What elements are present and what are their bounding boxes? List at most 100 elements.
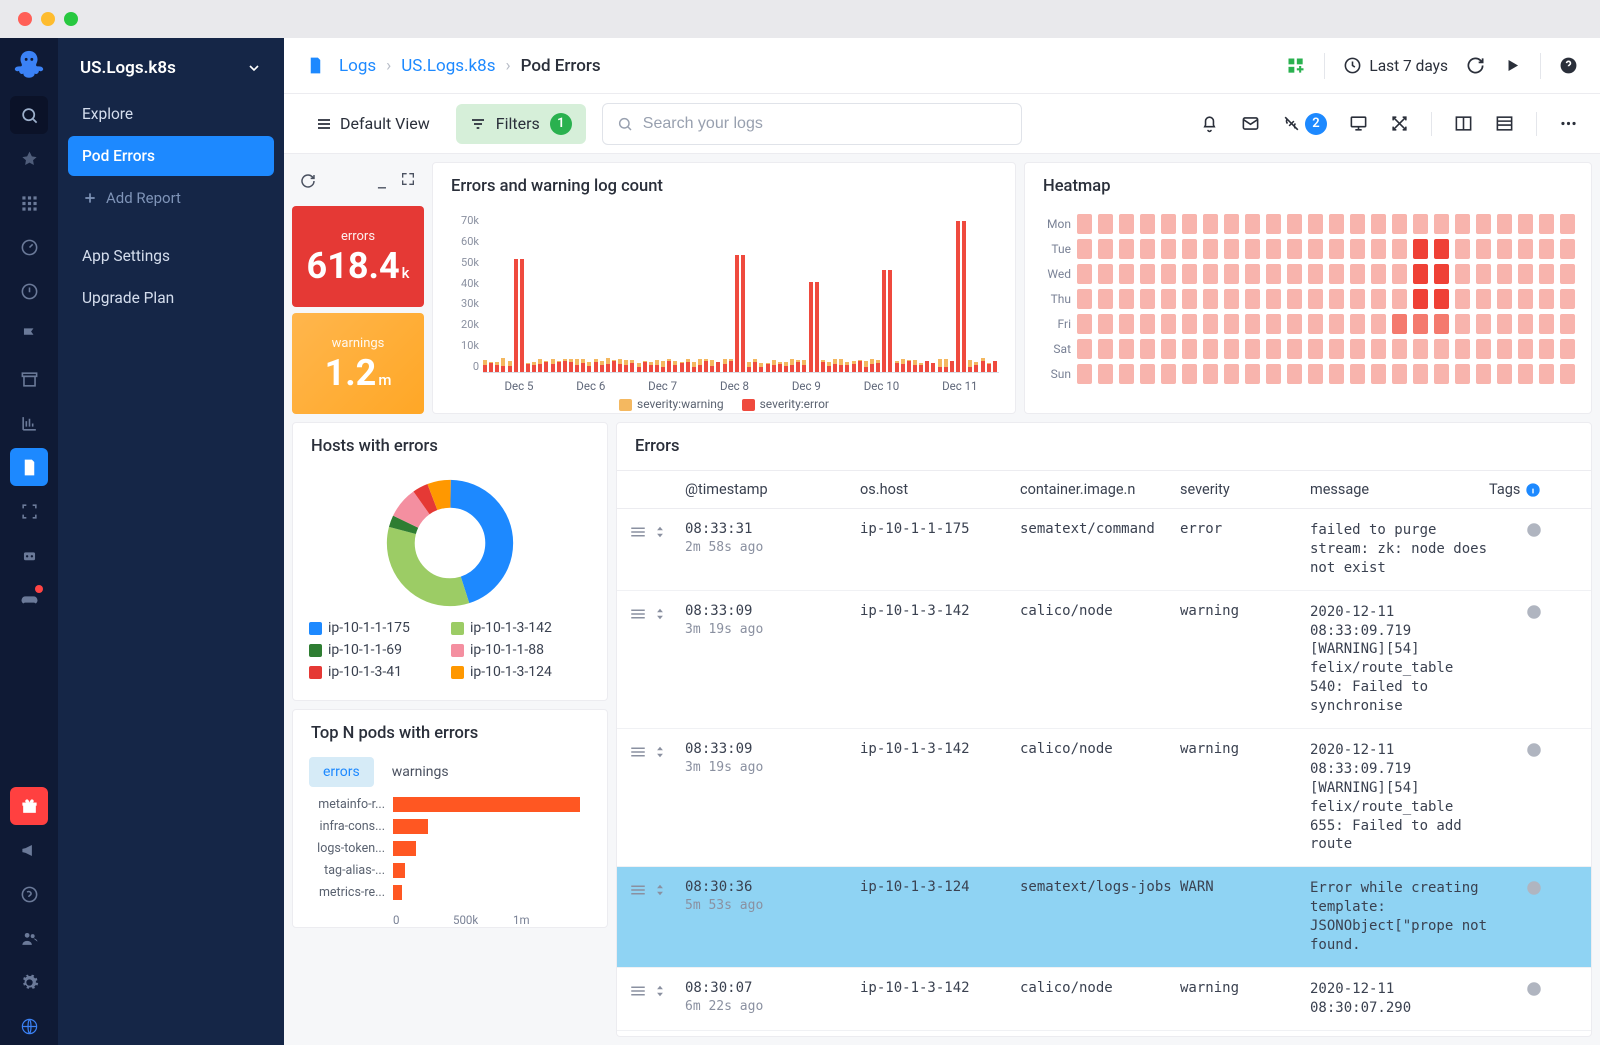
rail-rocket-icon[interactable] xyxy=(10,140,48,178)
table-row[interactable]: 08:33:312m 58s agoip-10-1-1-175sematext/… xyxy=(617,509,1591,591)
sidebar-title: US.Logs.k8s xyxy=(80,58,176,78)
rail-gift-icon[interactable] xyxy=(10,787,48,825)
window-titlebar xyxy=(0,0,1600,38)
menu-icon[interactable] xyxy=(629,982,647,1000)
menu-icon[interactable] xyxy=(629,523,647,541)
sidebar-upgrade-plan[interactable]: Upgrade Plan xyxy=(68,278,274,318)
refresh-small-icon[interactable] xyxy=(300,173,316,189)
doc-icon xyxy=(306,56,325,75)
breadcrumb-mid[interactable]: US.Logs.k8s xyxy=(401,56,495,76)
notifications-button[interactable]: 2 xyxy=(1282,113,1327,135)
filters-button[interactable]: Filters 1 xyxy=(456,104,586,144)
expand-icon[interactable] xyxy=(400,171,416,187)
info-icon[interactable] xyxy=(1525,603,1543,621)
breadcrumb-leaf: Pod Errors xyxy=(521,56,601,76)
info-icon[interactable] xyxy=(1525,741,1543,759)
filter-count-badge: 1 xyxy=(550,113,572,135)
sort-icon[interactable] xyxy=(653,982,667,1000)
columns-icon[interactable] xyxy=(1454,114,1473,133)
rail-game-icon[interactable] xyxy=(10,580,48,618)
rail-gauge-icon[interactable] xyxy=(10,228,48,266)
pods-bar-chart[interactable]: metainfo-r...infra-cons...logs-token...t… xyxy=(293,797,607,913)
errors-table-panel: Errors @timestamp os.host container.imag… xyxy=(616,422,1592,1037)
rail-alert-icon[interactable] xyxy=(10,272,48,310)
warnings-stat-card[interactable]: warnings 1.2m xyxy=(292,313,424,414)
pods-title: Top N pods with errors xyxy=(293,710,607,757)
menu-icon[interactable] xyxy=(629,743,647,761)
errors-stat-card[interactable]: errors 618.4k xyxy=(292,206,424,307)
heatmap-grid[interactable]: MonTueWedThuFriSatSun xyxy=(1025,210,1591,399)
search-input[interactable] xyxy=(602,103,1022,145)
minimize-icon[interactable]: _ xyxy=(378,171,386,192)
pods-xaxis: 0500k1m xyxy=(293,913,607,927)
info-icon[interactable] xyxy=(1525,482,1541,498)
plus-icon xyxy=(82,190,98,206)
info-icon[interactable] xyxy=(1525,521,1543,539)
add-widget-icon[interactable] xyxy=(1286,56,1306,76)
rail-search-icon[interactable] xyxy=(10,96,48,134)
top-pods-panel: Top N pods with errors errors warnings m… xyxy=(292,709,608,928)
nav-rail xyxy=(0,38,58,1045)
heatmap-title: Heatmap xyxy=(1025,163,1591,210)
info-icon[interactable] xyxy=(1525,980,1543,998)
monitor-icon[interactable] xyxy=(1349,114,1368,133)
rail-grid-icon[interactable] xyxy=(10,184,48,222)
rail-megaphone-icon[interactable] xyxy=(10,831,48,869)
app-logo[interactable] xyxy=(12,48,46,82)
sidebar: US.Logs.k8s Explore Pod Errors Add Repor… xyxy=(58,38,284,1045)
table-row[interactable]: 08:33:093m 19s agoip-10-1-3-142calico/no… xyxy=(617,729,1591,867)
menu-icon[interactable] xyxy=(629,605,647,623)
sidebar-item-explore[interactable]: Explore xyxy=(68,94,274,134)
sort-icon[interactable] xyxy=(653,881,667,899)
rail-settings-icon[interactable] xyxy=(10,963,48,1001)
sort-icon[interactable] xyxy=(653,523,667,541)
bell-icon[interactable] xyxy=(1200,114,1219,133)
minimize-window-icon[interactable] xyxy=(41,12,55,26)
shuffle-icon[interactable] xyxy=(1390,114,1409,133)
sidebar-app-settings[interactable]: App Settings xyxy=(68,236,274,276)
rail-globe-icon[interactable] xyxy=(10,1007,48,1045)
info-icon[interactable] xyxy=(1525,879,1543,897)
chart-xaxis: Dec 5Dec 6Dec 7Dec 8Dec 9Dec 10Dec 11 xyxy=(483,379,999,393)
menu-icon[interactable] xyxy=(629,881,647,899)
close-window-icon[interactable] xyxy=(18,12,32,26)
rail-archive-icon[interactable] xyxy=(10,360,48,398)
time-range-picker[interactable]: Last 7 days xyxy=(1343,56,1448,75)
hosts-donut-chart[interactable] xyxy=(293,470,607,620)
table-row[interactable]: 08:30:365m 53s agoip-10-1-3-124sematext/… xyxy=(617,867,1591,968)
rail-team-icon[interactable] xyxy=(10,919,48,957)
pods-tab-warnings[interactable]: warnings xyxy=(378,757,463,787)
main-content: Logs › US.Logs.k8s › Pod Errors Last 7 d… xyxy=(284,38,1600,1045)
filter-icon xyxy=(470,116,486,132)
sort-icon[interactable] xyxy=(653,605,667,623)
rail-chart-icon[interactable] xyxy=(10,404,48,442)
refresh-icon[interactable] xyxy=(1466,56,1485,75)
sidebar-header[interactable]: US.Logs.k8s xyxy=(58,38,284,94)
help-circle-icon[interactable] xyxy=(1559,56,1578,75)
table-row[interactable]: 08:30:076m 22s agoip-10-1-3-142calico/no… xyxy=(617,968,1591,1031)
sidebar-add-report[interactable]: Add Report xyxy=(68,178,274,218)
link-off-icon xyxy=(1282,114,1301,133)
more-icon[interactable] xyxy=(1559,114,1578,133)
rail-logs-icon[interactable] xyxy=(10,448,48,486)
rail-flag-icon[interactable] xyxy=(10,316,48,354)
rail-scan-icon[interactable] xyxy=(10,492,48,530)
toolbar: Default View Filters 1 2 xyxy=(284,94,1600,154)
sidebar-item-pod-errors[interactable]: Pod Errors xyxy=(68,136,274,176)
heatmap-panel: Heatmap MonTueWedThuFriSatSun xyxy=(1024,162,1592,414)
chart-title: Errors and warning log count xyxy=(433,163,1015,210)
hosts-errors-panel: Hosts with errors xyxy=(292,422,608,701)
view-selector[interactable]: Default View xyxy=(306,106,440,141)
breadcrumb-root[interactable]: Logs xyxy=(339,56,376,76)
list-icon[interactable] xyxy=(1495,114,1514,133)
play-icon[interactable] xyxy=(1503,56,1522,75)
table-row[interactable]: 08:33:093m 19s agoip-10-1-3-142calico/no… xyxy=(617,591,1591,729)
rail-robot-icon[interactable] xyxy=(10,536,48,574)
chart-legend: severity:warning severity:error xyxy=(433,397,1015,411)
maximize-window-icon[interactable] xyxy=(64,12,78,26)
rail-help-icon[interactable] xyxy=(10,875,48,913)
chart-plot-area[interactable] xyxy=(483,214,999,373)
sort-icon[interactable] xyxy=(653,743,667,761)
pods-tab-errors[interactable]: errors xyxy=(309,757,374,787)
mail-icon[interactable] xyxy=(1241,114,1260,133)
